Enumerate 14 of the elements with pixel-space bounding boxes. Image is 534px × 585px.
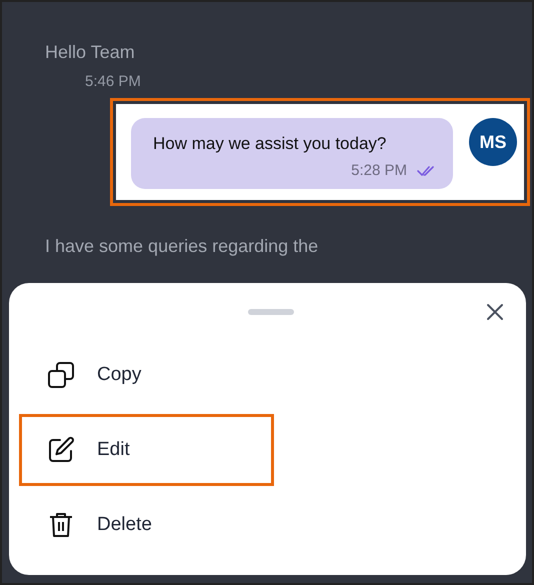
close-icon[interactable] [486, 303, 504, 321]
edit-icon [47, 436, 75, 464]
avatar[interactable]: MS [469, 118, 517, 166]
message-text: I have some queries regarding the [45, 236, 320, 257]
message-time: 5:28 PM [351, 162, 407, 179]
drag-handle[interactable] [248, 309, 294, 315]
menu-item[interactable]: Edit [22, 417, 271, 483]
menu-item[interactable]: Copy [22, 342, 271, 408]
menu-item[interactable]: Delete [22, 492, 271, 558]
trash-icon [47, 511, 75, 539]
message-time: 5:46 PM [85, 73, 142, 90]
message-text: How may we assist you today? [153, 134, 386, 154]
message-text: Hello Team [45, 42, 136, 63]
copy-icon [47, 361, 75, 389]
